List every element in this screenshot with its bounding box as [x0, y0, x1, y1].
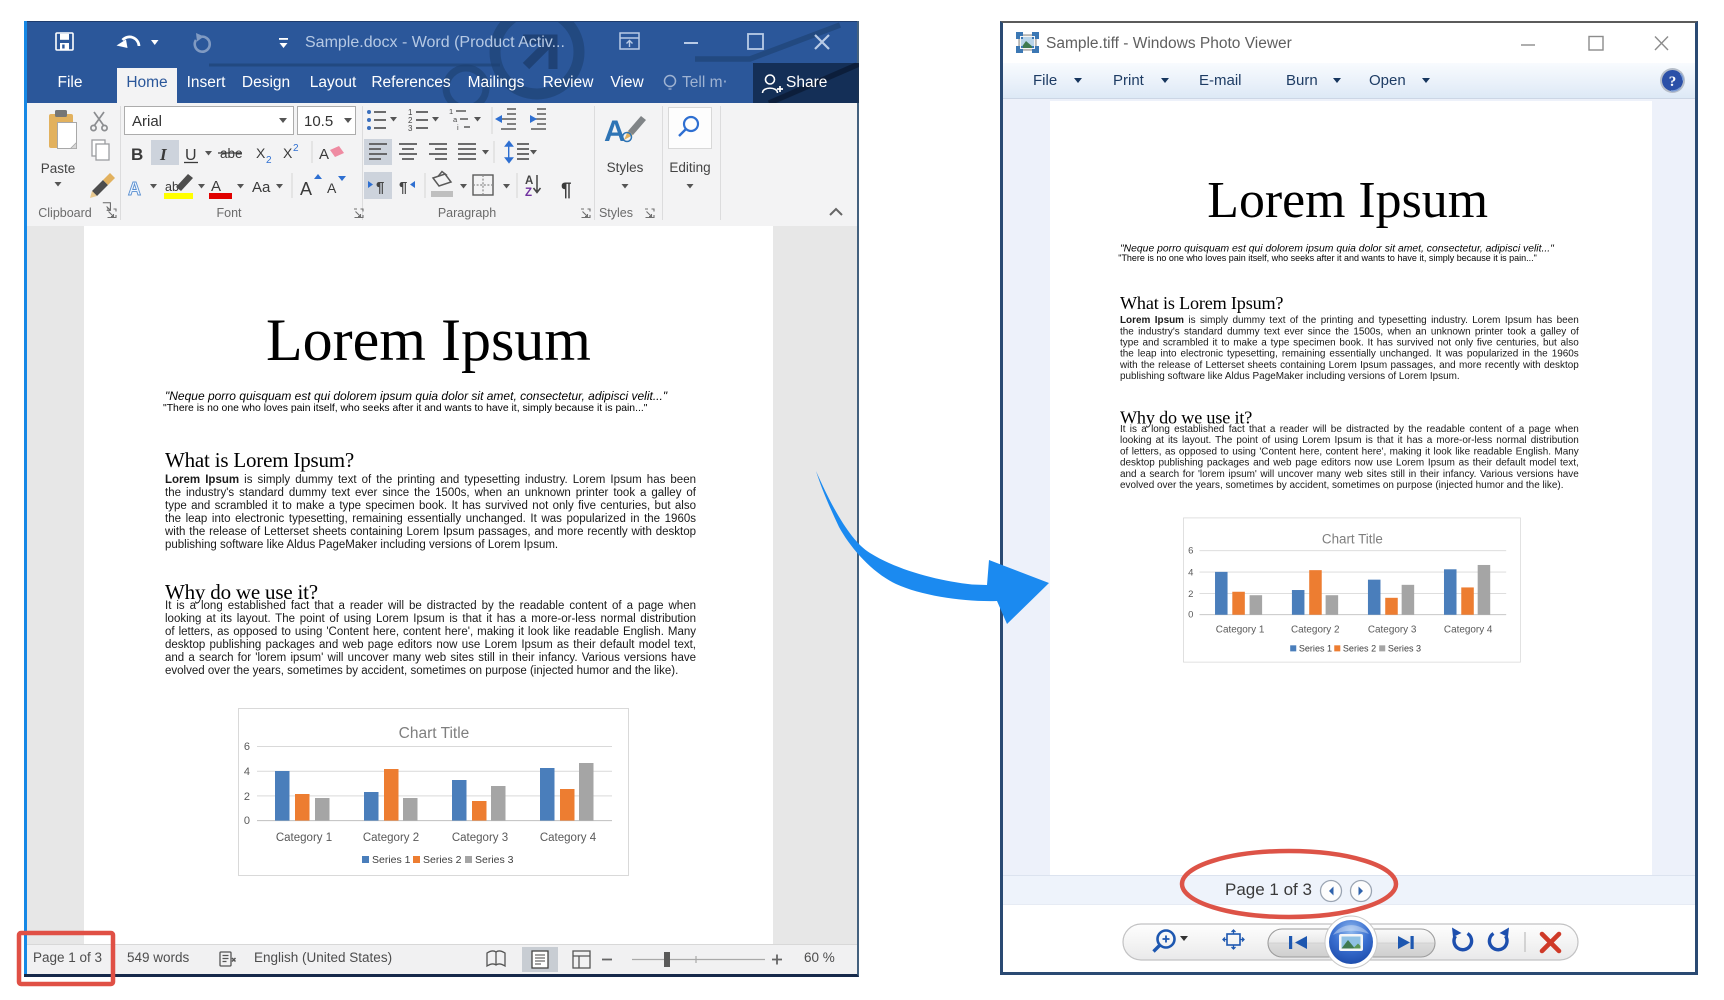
- svg-text:Series 3: Series 3: [1388, 643, 1421, 653]
- svg-text:¶: ¶: [376, 179, 384, 196]
- svg-text:6: 6: [244, 741, 250, 753]
- svg-text:Aa: Aa: [252, 179, 271, 196]
- svg-text:¶: ¶: [399, 179, 407, 196]
- svg-text:Z: Z: [525, 187, 532, 199]
- svg-text:Category 2: Category 2: [1291, 624, 1340, 635]
- svg-text:X: X: [256, 145, 266, 161]
- svg-text:Series 2: Series 2: [1343, 643, 1376, 653]
- svg-text:¶: ¶: [561, 180, 572, 201]
- svg-text:Category 4: Category 4: [540, 832, 597, 844]
- svg-text:6: 6: [1188, 546, 1193, 557]
- svg-text:A: A: [300, 179, 312, 199]
- svg-text:Category 1: Category 1: [1216, 624, 1265, 635]
- svg-text:A: A: [525, 175, 533, 187]
- svg-text:B: B: [131, 145, 143, 164]
- svg-text:Series 1: Series 1: [372, 854, 411, 866]
- svg-text:i: i: [457, 123, 459, 132]
- svg-text:A: A: [327, 180, 337, 196]
- svg-text:2: 2: [1188, 589, 1193, 600]
- svg-text:Category 4: Category 4: [1444, 624, 1493, 635]
- svg-text:4: 4: [244, 766, 250, 778]
- svg-text:A: A: [604, 115, 626, 148]
- svg-text:2: 2: [266, 155, 272, 166]
- svg-text:10.5: 10.5: [304, 113, 333, 130]
- svg-text:Category 2: Category 2: [363, 832, 419, 844]
- svg-text:Series 1: Series 1: [1299, 643, 1332, 653]
- svg-text:Category 3: Category 3: [452, 832, 508, 844]
- svg-text:Category 3: Category 3: [1368, 624, 1417, 635]
- svg-text:Series 2: Series 2: [423, 854, 462, 866]
- svg-text:Series 3: Series 3: [475, 854, 514, 866]
- svg-text:A: A: [128, 179, 141, 199]
- svg-text:Paste: Paste: [41, 161, 76, 176]
- svg-text:Arial: Arial: [132, 113, 162, 130]
- svg-text:X: X: [283, 145, 293, 161]
- svg-text:2: 2: [293, 143, 299, 154]
- svg-text:U: U: [185, 147, 197, 164]
- svg-text:Chart Title: Chart Title: [399, 725, 470, 742]
- svg-text:Editing: Editing: [669, 160, 710, 175]
- svg-text:A: A: [211, 178, 221, 195]
- svg-text:0: 0: [1188, 610, 1193, 621]
- svg-text:0: 0: [244, 815, 250, 827]
- svg-text:4: 4: [1188, 567, 1193, 578]
- svg-text:Styles: Styles: [607, 160, 644, 175]
- svg-text:A: A: [319, 146, 329, 163]
- svg-text:?: ?: [1669, 74, 1677, 90]
- svg-text:3: 3: [408, 124, 413, 133]
- svg-text:Category 1: Category 1: [276, 832, 332, 844]
- svg-text:Chart Title: Chart Title: [1322, 531, 1383, 546]
- svg-text:2: 2: [244, 791, 250, 803]
